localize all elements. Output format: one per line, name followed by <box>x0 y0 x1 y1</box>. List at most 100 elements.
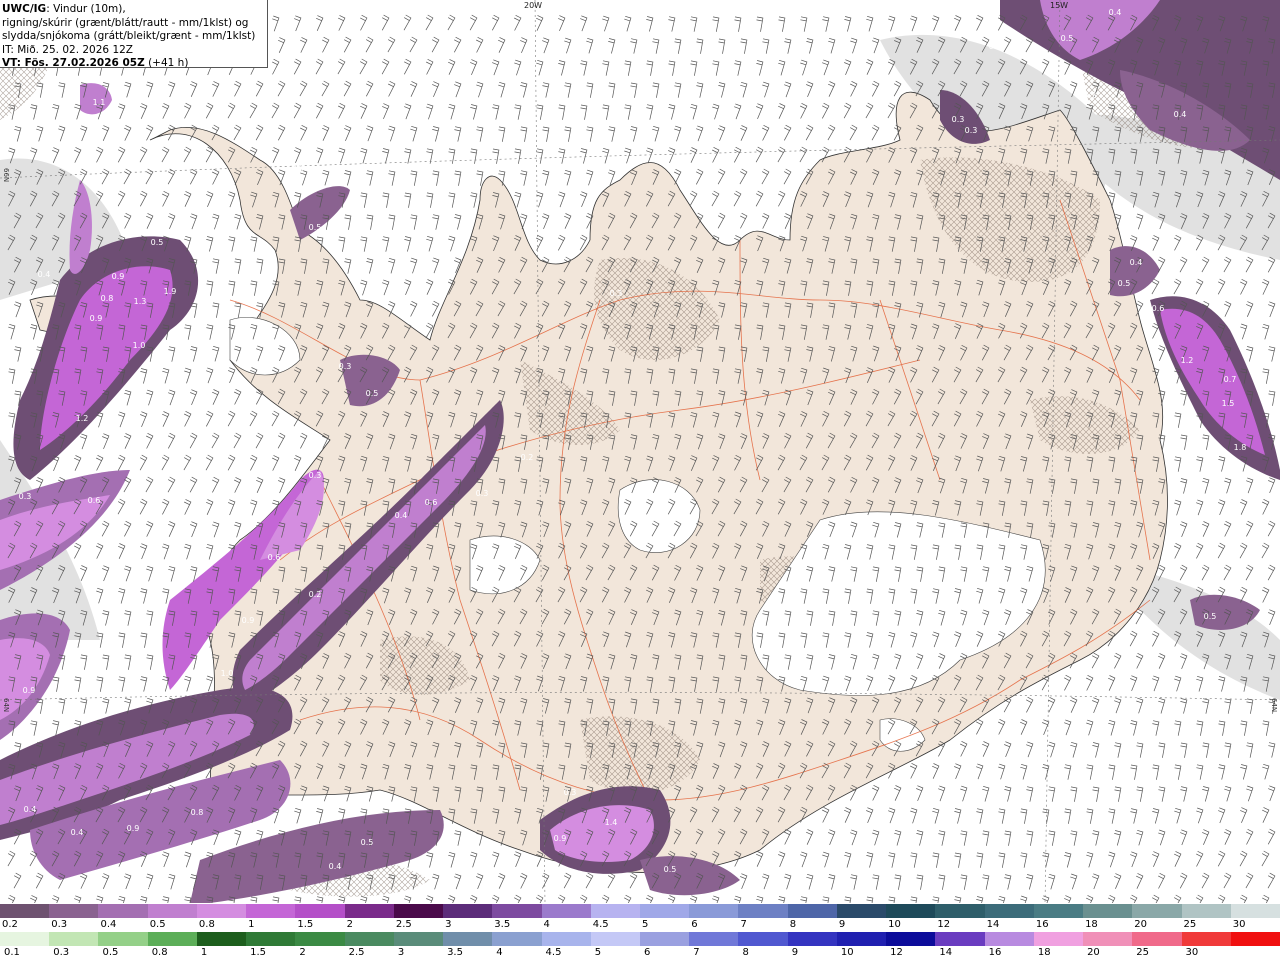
legend-swatch <box>0 932 50 946</box>
legend-label: 1.5 <box>297 919 314 930</box>
precip-label: 0.4 <box>329 862 342 871</box>
legend-label: 20 <box>1087 947 1100 958</box>
precip-label: 0.3 <box>965 126 978 135</box>
legend-swatch <box>590 904 641 918</box>
rain-color-legend <box>0 932 1280 946</box>
legend-swatch <box>836 932 887 946</box>
legend-label: 25 <box>1183 919 1197 930</box>
legend-swatch <box>196 932 247 946</box>
precip-label: 0.4 <box>38 270 51 279</box>
precip-label: 0.5 <box>1204 612 1217 621</box>
precip-label: 1.0 <box>133 341 146 350</box>
legend-swatch <box>689 904 739 918</box>
precip-label: 0.4 <box>24 805 37 814</box>
legend-label: 4.5 <box>545 947 562 958</box>
legend-swatch <box>1181 932 1232 946</box>
legend-swatch <box>640 932 690 946</box>
legend-swatch <box>492 932 543 946</box>
lat-label-64n-left: 64N <box>2 698 10 713</box>
legend-swatch <box>886 932 936 946</box>
legend-label: 5 <box>642 919 649 930</box>
legend-swatch <box>295 904 346 918</box>
legend-label: 0.1 <box>4 947 20 958</box>
header-line-5: VT: Fös. 27.02.2026 05Z (+41 h) <box>2 57 267 71</box>
precip-label: 0.6 <box>425 498 438 507</box>
precip-label: 0.3 <box>610 289 623 298</box>
legend-swatch <box>443 932 493 946</box>
legend-label: 0.5 <box>149 919 166 930</box>
legend-label: 12 <box>937 919 951 930</box>
legend-label: 0.8 <box>151 947 168 958</box>
forecast-offset: (+41 h) <box>144 57 189 70</box>
legend-swatch <box>590 932 641 946</box>
precip-label: 0.4 <box>1130 258 1143 267</box>
legend-label: 18 <box>1085 919 1098 930</box>
precip-label: 0.9 <box>90 314 103 323</box>
legend-swatch <box>344 932 395 946</box>
legend-label: 1.5 <box>250 947 267 958</box>
legend-label: 0.8 <box>198 919 215 930</box>
legend-swatch <box>787 904 838 918</box>
legend-swatch <box>1083 904 1133 918</box>
precip-label: 0.4 <box>71 828 84 837</box>
legend-label: 18 <box>1037 947 1051 958</box>
legend-label: 8 <box>789 919 797 930</box>
header-line-2: rigning/skúrir (grænt/blátt/rautt - mm/1… <box>2 16 249 29</box>
legend-swatch <box>1230 904 1280 918</box>
precip-label: 0.9 <box>23 686 36 695</box>
legend-label: 3.5 <box>447 947 463 958</box>
legend-label: 6 <box>691 919 698 930</box>
precip-label: 0.3 <box>19 492 32 501</box>
snow-color-legend <box>0 904 1280 918</box>
legend-label: 5 <box>594 947 602 958</box>
legend-label: 16 <box>988 947 1002 958</box>
legend-swatch <box>1132 904 1183 918</box>
legend-swatch <box>295 932 346 946</box>
precip-label: 0.3 <box>292 164 305 173</box>
precip-label: 0.3 <box>1084 91 1097 100</box>
precip-label: 0.3 <box>989 42 1002 51</box>
legend-label: 20 <box>1134 919 1148 930</box>
legend-label: 3.5 <box>494 919 511 930</box>
legend-swatch <box>1083 932 1133 946</box>
legend-swatch <box>49 932 99 946</box>
legend-swatch <box>443 904 493 918</box>
header-line-3: slydda/snjókoma (grátt/bleikt/grænt - mm… <box>2 30 256 43</box>
legend-swatch <box>836 904 887 918</box>
precip-label: 0.3 <box>952 115 965 124</box>
precip-label: 0.2 <box>785 585 798 594</box>
legend-swatch <box>246 904 296 918</box>
weather-map: 1.1 0.3 0.5 0.5 0.9 0.4 0.8 1.3 1.9 0.9 1.0 0.3 0.5 1… <box>0 0 1280 903</box>
precip-label: 0.9 <box>554 834 567 843</box>
legend-swatch <box>640 904 690 918</box>
precip-label: 1.1 <box>93 98 106 107</box>
precip-label: 0.8 <box>101 294 114 303</box>
lon-label-15w: 15W <box>1050 1 1069 10</box>
legend-swatch <box>935 932 986 946</box>
header-line-4: IT: Mið. 25. 02. 2026 12Z <box>2 43 133 56</box>
legend-label: 6 <box>644 947 651 958</box>
legend-label: 0.4 <box>100 919 117 930</box>
legend-swatch <box>1181 904 1232 918</box>
legend-swatch <box>393 932 444 946</box>
legend-swatch <box>738 932 789 946</box>
precip-label: 0.8 <box>191 808 204 817</box>
header-title-rest: : Vindur (10m), <box>46 3 126 15</box>
legend-label: 0.3 <box>51 919 68 930</box>
legend-swatch <box>1033 932 1084 946</box>
precip-label: 1.4 <box>605 818 618 827</box>
precip-label: 1.2 <box>1181 356 1194 365</box>
legend-swatch <box>1132 932 1183 946</box>
legend-swatch <box>196 904 247 918</box>
legend-label: 0.2 <box>2 919 18 930</box>
legend-swatch <box>787 932 838 946</box>
legend-label: 25 <box>1136 947 1150 958</box>
legend-label: 30 <box>1232 919 1246 930</box>
precip-label: 0.4 <box>1174 110 1187 119</box>
precip-label: 0.5 <box>664 865 677 874</box>
precip-label: 1.5 <box>1222 399 1235 408</box>
legend-label: 7 <box>693 947 700 958</box>
valid-time: VT: Fös. 27.02.2026 05Z <box>2 57 145 70</box>
legend-label: 2 <box>299 947 306 958</box>
precip-label: 0.5 <box>151 238 164 247</box>
